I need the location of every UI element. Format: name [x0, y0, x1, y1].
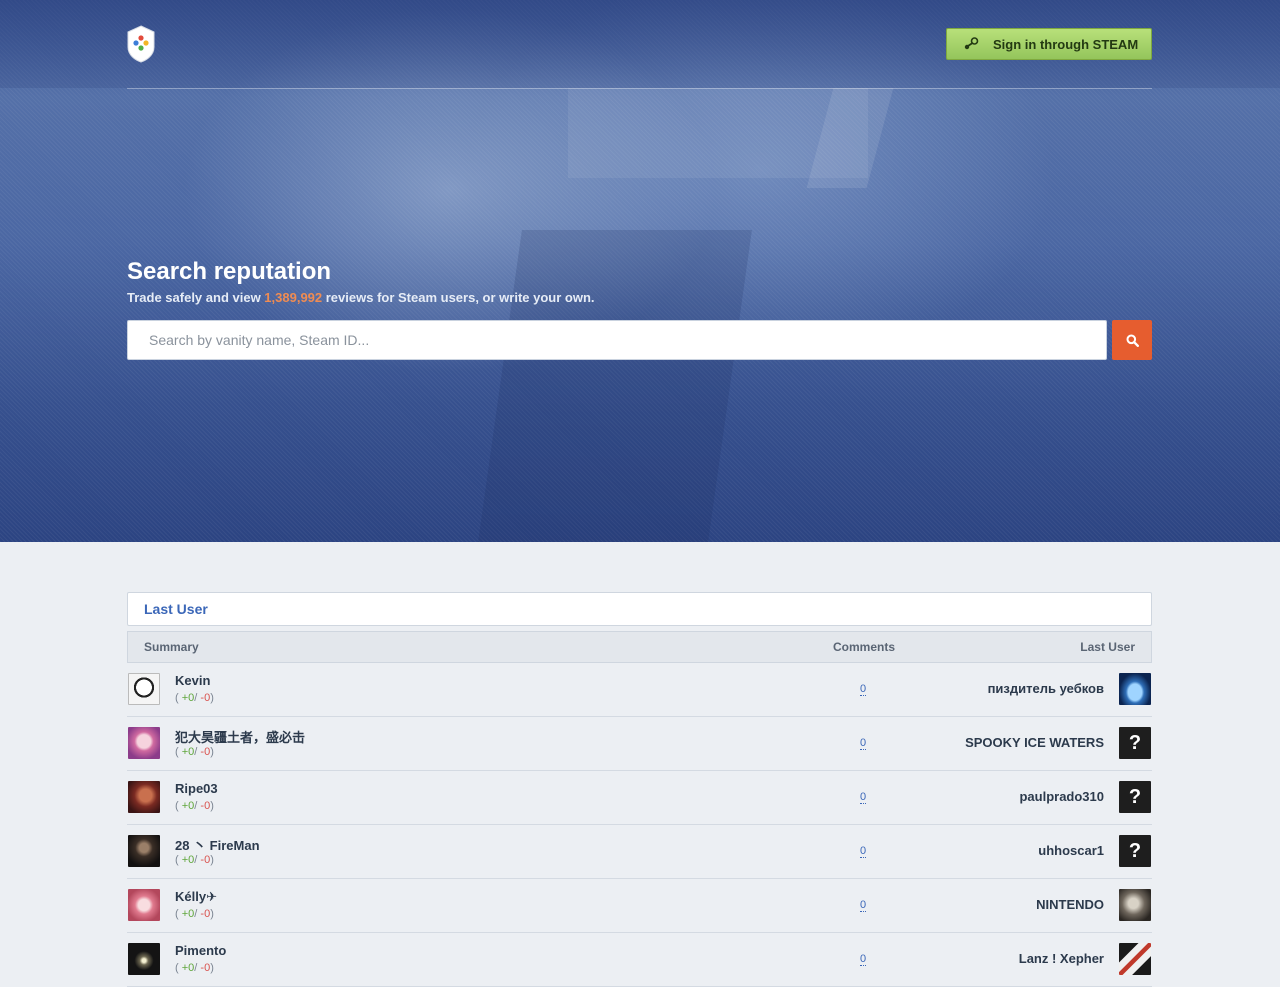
reputation: ( +0/ -0) [175, 692, 214, 704]
rep-positive: +0 [181, 908, 195, 920]
search-input[interactable] [127, 320, 1107, 360]
rep-positive: +0 [181, 854, 195, 866]
rep-open: ( [175, 854, 182, 866]
earth-avatar[interactable] [1119, 673, 1151, 705]
reputation: ( +0/ -0) [175, 800, 214, 812]
rep-open: ( [175, 962, 182, 974]
black-orb-avatar[interactable] [128, 943, 160, 975]
question-mark-avatar[interactable]: ? [1119, 727, 1151, 759]
last-user-name[interactable]: uhhoscar1 [1038, 843, 1104, 858]
user-name[interactable]: 28 丶 FireMan [175, 835, 260, 854]
rep-open: ( [175, 908, 182, 920]
cards-avatar[interactable] [1119, 943, 1151, 975]
rep-positive: +0 [181, 800, 195, 812]
reputation: ( +0/ -0) [175, 746, 214, 758]
comments-count[interactable]: 0 [860, 737, 867, 750]
sign-in-steam-button[interactable]: Sign in through STEAM [946, 28, 1152, 60]
rep-positive: +0 [181, 962, 195, 974]
table-row[interactable]: Ripe03 ( +0/ -0) 0 paulprado310 ? [127, 771, 1152, 825]
panel-title: Last User [127, 592, 1152, 626]
rep-close: ) [210, 692, 214, 704]
reputation: ( +0/ -0) [175, 854, 214, 866]
rep-close: ) [210, 908, 214, 920]
comments-count[interactable]: 0 [860, 791, 867, 804]
user-name[interactable]: Kevin [175, 673, 210, 688]
rep-open: ( [175, 800, 182, 812]
table-row[interactable]: 28 丶 FireMan ( +0/ -0) 0 uhhoscar1 ? [127, 825, 1152, 879]
shield-logo-icon[interactable] [127, 25, 155, 63]
rep-negative: -0 [200, 908, 211, 920]
question-mark-avatar[interactable]: ? [1119, 781, 1151, 813]
rep-negative: -0 [200, 854, 211, 866]
pink-anime-avatar[interactable] [128, 727, 160, 759]
rep-close: ) [210, 962, 214, 974]
table-row[interactable]: Pimento ( +0/ -0) 0 Lanz ! Xepher [127, 933, 1152, 987]
comments-count[interactable]: 0 [860, 899, 867, 912]
last-user-name[interactable]: Lanz ! Xepher [1019, 951, 1104, 966]
rep-negative: -0 [200, 746, 211, 758]
table-row[interactable]: 犯大昊疆土者，盛必击 ( +0/ -0) 0 SPOOKY ICE WATERS… [127, 717, 1152, 771]
table-header: Summary Comments Last User [127, 631, 1152, 663]
last-user-name[interactable]: NINTENDO [1036, 897, 1104, 912]
user-name[interactable]: Pimento [175, 943, 226, 958]
user-name[interactable]: 犯大昊疆土者，盛必击 [175, 727, 305, 746]
subtitle-prefix: Trade safely and view [127, 290, 265, 305]
page-title: Search reputation [127, 258, 332, 285]
rep-positive: +0 [181, 746, 195, 758]
rep-open: ( [175, 746, 182, 758]
red-portrait-avatar[interactable] [128, 781, 160, 813]
header-divider [127, 88, 1152, 89]
reputation: ( +0/ -0) [175, 962, 214, 974]
rep-close: ) [210, 800, 214, 812]
rep-negative: -0 [200, 692, 211, 704]
grey-portrait-avatar[interactable] [1119, 889, 1151, 921]
search-section: Search reputation Trade safely and view … [127, 256, 1152, 360]
comments-count[interactable]: 0 [860, 845, 867, 858]
last-user-name[interactable]: SPOOKY ICE WATERS [965, 735, 1104, 750]
search-icon [1126, 334, 1139, 347]
anime-girl-avatar[interactable] [128, 889, 160, 921]
rep-close: ) [210, 854, 214, 866]
reputation: ( +0/ -0) [175, 908, 214, 920]
subtitle-suffix: reviews for Steam users, or write your o… [322, 290, 595, 305]
anime-sketch-avatar[interactable] [128, 673, 160, 705]
search-subtitle: Trade safely and view 1,389,992 reviews … [127, 290, 1152, 306]
table-row[interactable]: Kélly✈ ( +0/ -0) 0 NINTENDO [127, 879, 1152, 933]
sign-in-label: Sign in through STEAM [993, 36, 1139, 52]
rep-negative: -0 [200, 962, 211, 974]
rep-close: ) [210, 746, 214, 758]
rep-negative: -0 [200, 800, 211, 812]
column-last-user: Last User [1080, 640, 1135, 654]
rep-positive: +0 [181, 692, 195, 704]
column-summary: Summary [144, 640, 199, 654]
last-user-name[interactable]: paulprado310 [1019, 789, 1104, 804]
user-name[interactable]: Kélly✈ [175, 889, 217, 905]
dark-figure-avatar[interactable] [128, 835, 160, 867]
rep-open: ( [175, 692, 182, 704]
user-list: Kevin ( +0/ -0) 0 пиздитель уебков 犯大昊疆土… [127, 663, 1152, 987]
column-comments: Comments [833, 640, 896, 654]
last-user-name[interactable]: пиздитель уебков [988, 681, 1104, 696]
steam-icon [964, 37, 979, 50]
hero-section: Sign in through STEAM Search reputation … [0, 0, 1280, 542]
search-button[interactable] [1112, 320, 1152, 360]
search-bar [127, 320, 1152, 360]
table-row[interactable]: Kevin ( +0/ -0) 0 пиздитель уебков [127, 663, 1152, 717]
comments-count[interactable]: 0 [860, 683, 867, 696]
user-name[interactable]: Ripe03 [175, 781, 218, 796]
question-mark-avatar[interactable]: ? [1119, 835, 1151, 867]
review-count: 1,389,992 [264, 290, 323, 305]
